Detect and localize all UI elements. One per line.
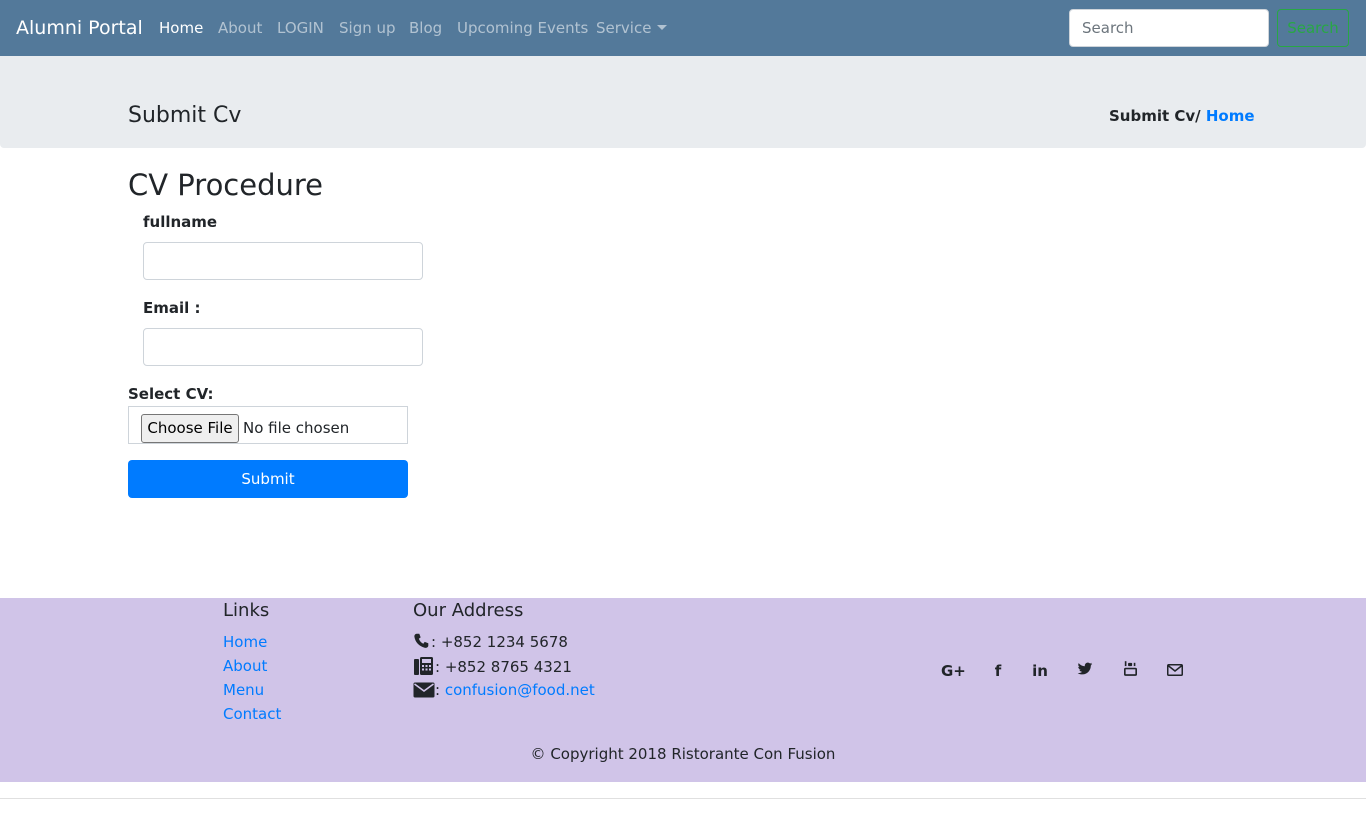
- fax-icon: [414, 657, 433, 675]
- email-input[interactable]: [143, 328, 423, 366]
- nav-service-label: Service: [596, 19, 652, 37]
- bottom-divider: [0, 798, 1366, 799]
- twitter-icon[interactable]: [1073, 660, 1097, 682]
- address-email: : confusion@food.net: [413, 680, 595, 700]
- navbar: Alumni Portal Home About LOGIN Sign up B…: [0, 0, 1366, 56]
- nav-signup[interactable]: Sign up: [339, 18, 396, 38]
- footer-link-home[interactable]: Home: [223, 632, 267, 652]
- search-input[interactable]: [1069, 9, 1269, 47]
- mail-icon[interactable]: [1163, 660, 1187, 682]
- footer-link-contact[interactable]: Contact: [223, 704, 281, 724]
- twitter-bird-icon: [1077, 662, 1093, 675]
- fullname-label: fullname: [143, 213, 218, 231]
- select-cv-label: Select CV:: [128, 385, 214, 403]
- breadcrumb-home-link[interactable]: Home: [1206, 107, 1255, 125]
- facebook-icon[interactable]: f: [986, 660, 1010, 682]
- phone-number: : +852 1234 5678: [431, 633, 568, 651]
- choose-file-button[interactable]: Choose File: [141, 414, 239, 443]
- breadcrumb-current: Submit Cv/: [1109, 107, 1206, 125]
- phone-icon: [414, 633, 429, 648]
- fax-number: : +852 8765 4321: [435, 658, 572, 676]
- search-button[interactable]: Search: [1277, 9, 1349, 47]
- footer-links-heading: Links: [223, 600, 270, 621]
- footer-link-menu[interactable]: Menu: [223, 680, 264, 700]
- nav-service-dropdown[interactable]: Service: [596, 18, 668, 38]
- breadcrumb: Submit Cv/ Home: [1109, 106, 1255, 126]
- nav-upcoming-events[interactable]: Upcoming Events: [457, 18, 588, 38]
- youtube-icon[interactable]: [1118, 660, 1142, 682]
- caret-down-icon: [657, 25, 668, 30]
- nav-about[interactable]: About: [218, 18, 262, 38]
- address-fax: : +852 8765 4321: [413, 656, 572, 677]
- page-title: Submit Cv: [128, 103, 242, 128]
- file-status: No file chosen: [243, 419, 350, 437]
- email-link[interactable]: confusion@food.net: [445, 681, 595, 699]
- youtube-logo-icon: [1123, 661, 1137, 676]
- brand-link[interactable]: Alumni Portal: [16, 16, 143, 40]
- nav-home[interactable]: Home: [159, 18, 203, 38]
- email-prefix: :: [435, 681, 445, 699]
- copyright: © Copyright 2018 Ristorante Con Fusion: [530, 745, 836, 763]
- google-plus-icon[interactable]: G+: [941, 660, 966, 682]
- submit-button[interactable]: Submit: [128, 460, 408, 498]
- footer-address-heading: Our Address: [413, 600, 524, 621]
- cv-file-input[interactable]: Choose File No file chosen: [128, 406, 408, 444]
- nav-login[interactable]: LOGIN: [277, 18, 324, 38]
- form-heading: CV Procedure: [128, 168, 324, 202]
- linkedin-icon[interactable]: in: [1028, 660, 1052, 682]
- footer-link-about[interactable]: About: [223, 656, 267, 676]
- nav-blog[interactable]: Blog: [409, 18, 442, 38]
- fullname-input[interactable]: [143, 242, 423, 280]
- email-label: Email :: [143, 299, 201, 317]
- address-phone: : +852 1234 5678: [413, 632, 568, 652]
- mail-outline-icon: [1167, 664, 1183, 676]
- envelope-icon: [413, 682, 435, 698]
